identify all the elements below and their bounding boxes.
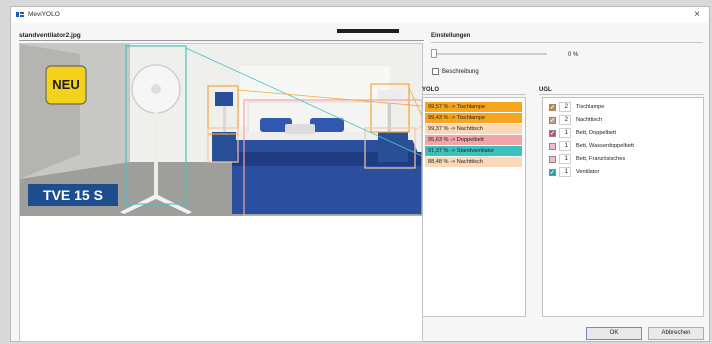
confidence-value: 0 % (568, 52, 579, 58)
ugl-category-checkbox[interactable]: ✓ (549, 169, 556, 176)
ugl-count-field[interactable]: 1 (559, 128, 571, 138)
ugl-category-row: ✓ 2 Tischlampe (546, 101, 686, 113)
ugl-category-checkbox[interactable] (549, 156, 556, 163)
image-title-divider (19, 40, 424, 41)
ugl-count-field[interactable]: 2 (559, 102, 571, 112)
image-filename: standventilator2.jpg (19, 32, 81, 39)
ugl-count-field[interactable]: 1 (559, 167, 571, 177)
yolo-title: YOLO (422, 87, 440, 93)
ugl-category-row: ✓ 2 Nachttisch (546, 114, 686, 126)
ugl-category-checkbox[interactable]: ✓ (549, 117, 556, 124)
nightstand-right-graphic (378, 132, 408, 162)
ugl-category-label: Tischlampe (576, 104, 605, 110)
ugl-category-row: 1 Bett, Französisches (546, 153, 686, 165)
window-title: MeviYOLO (28, 11, 60, 18)
ok-button[interactable]: OK (586, 327, 642, 340)
title-bar: MeviYOLO × (11, 7, 709, 23)
nightstand-left-graphic (212, 132, 236, 162)
description-checkbox[interactable] (432, 68, 439, 75)
ugl-title: UGL (539, 87, 552, 93)
yolo-result-row[interactable]: 91,37 % -> Standventilator (425, 146, 522, 156)
ugl-category-label: Bett, Doppelbett (576, 130, 617, 136)
detection-photo: NEU TVE 15 S (20, 44, 422, 216)
model-label: TVE 15 S (43, 187, 103, 203)
ugl-category-list[interactable]: ✓ 2 Tischlampe ✓ 2 Nachttisch ✓ 1 Bett, Doppelbe… (542, 97, 704, 317)
confidence-slider-thumb[interactable] (431, 49, 437, 58)
description-checkbox-label: Beschreibung (442, 69, 479, 75)
ugl-divider (539, 94, 704, 95)
ugl-category-label: Nachttisch (576, 117, 603, 123)
ugl-category-row: ✓ 1 Bett, Doppelbett (546, 127, 686, 139)
close-icon[interactable]: × (691, 9, 703, 21)
ugl-count-field[interactable]: 2 (559, 115, 571, 125)
drag-handle[interactable] (337, 29, 399, 33)
ugl-count-field[interactable]: 1 (559, 141, 571, 151)
yolo-divider (422, 94, 526, 95)
cancel-button[interactable]: Abbrechen (648, 327, 704, 340)
ugl-count-field[interactable]: 1 (559, 154, 571, 164)
ugl-category-checkbox[interactable] (549, 143, 556, 150)
settings-title: Einstellungen (431, 33, 471, 39)
ugl-category-label: Bett, Französisches (576, 156, 626, 162)
neu-badge: NEU (52, 77, 80, 92)
yolo-result-row[interactable]: 99,37 % -> Nachttisch (425, 124, 522, 134)
dialog-window: MeviYOLO × standventilator2.jpg NEU TVE … (10, 6, 710, 342)
confidence-slider[interactable] (432, 53, 547, 55)
app-icon (16, 12, 24, 17)
yolo-result-row[interactable]: 99,43 % -> Tischlampe (425, 113, 522, 123)
ugl-category-label: Bett, Wasserdoppelbett (576, 143, 634, 149)
ugl-category-checkbox[interactable]: ✓ (549, 104, 556, 111)
settings-divider (431, 42, 703, 43)
yolo-result-row[interactable]: 88,48 % -> Nachttisch (425, 157, 522, 167)
image-canvas[interactable]: NEU TVE 15 S (19, 43, 423, 342)
ugl-category-row: ✓ 1 Ventilator (546, 166, 686, 178)
ugl-category-checkbox[interactable]: ✓ (549, 130, 556, 137)
ugl-category-label: Ventilator (576, 169, 600, 175)
ugl-category-row: 1 Bett, Wasserdoppelbett (546, 140, 686, 152)
yolo-result-row[interactable]: 99,57 % -> Tischlampe (425, 102, 522, 112)
yolo-result-row[interactable]: 95,63 % -> Doppelbett (425, 135, 522, 145)
yolo-results-list[interactable]: 99,57 % -> Tischlampe 99,43 % -> Tischlam… (422, 97, 526, 317)
